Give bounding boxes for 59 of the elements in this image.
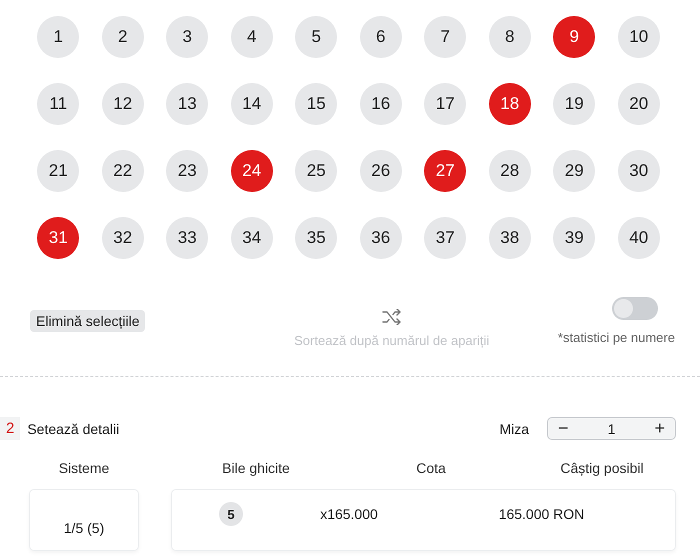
stake-label: Miza (499, 420, 529, 436)
number-ball[interactable]: 3 (166, 16, 208, 58)
number-ball[interactable]: 29 (553, 150, 596, 192)
clear-selections-button[interactable]: Elimină selecțiile (30, 310, 146, 332)
stats-label: *statistici pe numere (558, 330, 675, 345)
hits-badge: 5 (219, 502, 243, 526)
column-header: Câștig posibil (559, 460, 645, 476)
number-ball[interactable]: 21 (37, 150, 80, 192)
number-ball[interactable]: 40 (618, 217, 660, 259)
number-ball[interactable]: 19 (553, 83, 596, 125)
number-ball[interactable]: 31 (37, 217, 80, 259)
number-ball[interactable]: 33 (166, 217, 208, 259)
number-ball[interactable]: 37 (424, 217, 466, 259)
number-ball[interactable]: 18 (488, 83, 531, 125)
number-ball[interactable]: 5 (295, 16, 338, 58)
number-ball[interactable]: 28 (488, 150, 531, 192)
number-ball[interactable]: 16 (360, 83, 402, 125)
section-title: Setează detalii (27, 420, 120, 436)
number-ball[interactable]: 25 (295, 150, 338, 192)
number-ball[interactable]: 22 (102, 150, 144, 192)
number-ball[interactable]: 24 (230, 150, 273, 192)
number-ball[interactable]: 8 (488, 16, 531, 58)
column-header: Sisteme (58, 460, 110, 476)
number-ball[interactable]: 9 (553, 16, 596, 58)
number-ball[interactable]: 17 (424, 83, 466, 125)
number-ball[interactable]: 4 (230, 16, 273, 58)
number-ball[interactable]: 34 (230, 217, 273, 259)
system-card[interactable]: 1/5 (5) (29, 489, 139, 551)
decrease-button[interactable]: − (554, 418, 573, 439)
number-ball[interactable]: 10 (618, 16, 660, 58)
number-ball[interactable]: 2 (102, 16, 144, 58)
odds-value: x165.000 (319, 505, 379, 522)
number-ball[interactable]: 27 (424, 150, 466, 192)
number-ball[interactable]: 11 (37, 83, 80, 125)
number-ball[interactable]: 39 (553, 217, 596, 259)
number-ball[interactable]: 12 (102, 83, 144, 125)
system-value: 1/5 (5) (64, 520, 104, 536)
number-ball[interactable]: 15 (295, 83, 338, 125)
number-ball[interactable]: 30 (618, 150, 660, 192)
number-ball[interactable]: 13 (166, 83, 208, 125)
win-value: 165.000 RON (498, 505, 586, 522)
number-ball[interactable]: 6 (360, 16, 402, 58)
number-ball[interactable]: 35 (295, 217, 338, 259)
shuffle-icon[interactable] (382, 309, 402, 325)
number-ball[interactable]: 20 (618, 83, 660, 125)
number-ball[interactable]: 36 (360, 217, 402, 259)
stake-value: 1 (608, 420, 616, 436)
number-ball[interactable]: 14 (230, 83, 273, 125)
number-ball[interactable]: 1 (37, 16, 80, 58)
increase-button[interactable]: + (650, 418, 669, 439)
number-ball[interactable]: 32 (102, 217, 144, 259)
number-ball[interactable]: 23 (166, 150, 208, 192)
number-ball[interactable]: 38 (488, 217, 531, 259)
step-number: 2 (0, 417, 20, 440)
number-ball[interactable]: 7 (424, 16, 466, 58)
column-header: Cota (415, 460, 447, 476)
column-header: Bile ghicite (221, 460, 291, 476)
toggle-switch[interactable] (612, 297, 658, 320)
number-ball[interactable]: 26 (360, 150, 402, 192)
